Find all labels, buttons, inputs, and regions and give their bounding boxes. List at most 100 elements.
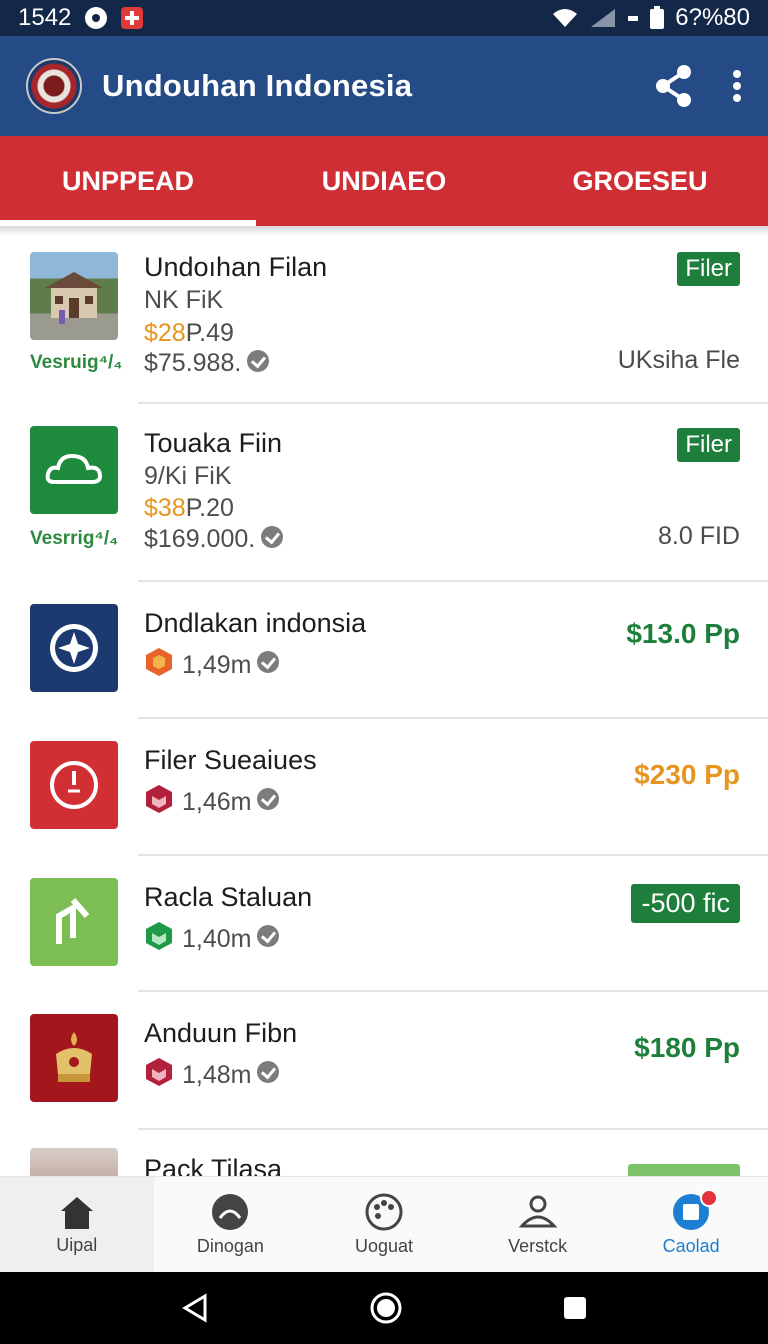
notification-badge bbox=[700, 1189, 719, 1207]
tab-groeseu[interactable]: GROESEU bbox=[512, 136, 768, 226]
item-amount: $169.000. bbox=[144, 525, 256, 553]
home-icon bbox=[60, 1197, 93, 1229]
item-title: Racla Staluan bbox=[144, 882, 313, 912]
green-hex-icon bbox=[146, 922, 172, 950]
list-item[interactable]: Pack Tilasa bbox=[0, 1130, 768, 1176]
verify-label: Vesrrig⁴/₄ bbox=[30, 528, 119, 549]
nav-item-home[interactable]: Uipal bbox=[0, 1177, 154, 1272]
verified-check-icon bbox=[257, 788, 280, 810]
item-price-line: $38P.20 bbox=[144, 494, 234, 523]
partial-badge bbox=[628, 1164, 740, 1176]
item-price-rest: P.20 bbox=[185, 494, 234, 522]
nav-label: Dinogan bbox=[196, 1236, 264, 1256]
item-title: Undoıhan Filan bbox=[144, 252, 328, 282]
minus-icon bbox=[628, 16, 639, 21]
app-logo bbox=[26, 58, 82, 114]
back-icon[interactable] bbox=[179, 1292, 211, 1324]
crown-icon bbox=[56, 1032, 92, 1082]
nav-item-palette[interactable]: Uoguat bbox=[307, 1177, 461, 1272]
item-count: 1,46m bbox=[182, 787, 252, 816]
item-count: 1,49m bbox=[182, 650, 252, 679]
palette-icon bbox=[365, 1193, 403, 1231]
item-amount: $75.988. bbox=[144, 349, 242, 377]
nav-item-profile[interactable]: Verstck bbox=[461, 1177, 615, 1272]
music-note-icon bbox=[56, 898, 90, 944]
item-count: 1,40m bbox=[182, 924, 252, 953]
item-title: Pack Tilasa bbox=[144, 1154, 283, 1176]
house-thumbnail bbox=[30, 252, 118, 340]
nav-label: Uipal bbox=[56, 1235, 98, 1255]
share-icon[interactable] bbox=[654, 64, 694, 108]
nav-label: Verstck bbox=[508, 1236, 568, 1256]
verified-check-icon bbox=[257, 925, 280, 947]
person-icon bbox=[518, 1195, 557, 1228]
item-price-accent: $28 bbox=[144, 319, 186, 347]
tab-undiaeo[interactable]: UNDIAEO bbox=[256, 136, 512, 226]
music-thumbnail bbox=[30, 878, 118, 966]
verified-check-icon bbox=[257, 651, 280, 673]
app-title: Undouhan Indonesia bbox=[102, 68, 413, 103]
verified-check-icon bbox=[257, 1061, 280, 1083]
item-price: $230 Pp bbox=[634, 759, 740, 790]
clock-thumbnail bbox=[30, 741, 118, 829]
item-price: $180 Pp bbox=[634, 1032, 740, 1063]
discount-badge[interactable]: -500 fic bbox=[631, 884, 740, 923]
clock-icon bbox=[50, 761, 98, 809]
item-right-text: UKsiha Fle bbox=[617, 346, 740, 374]
crown-thumbnail bbox=[30, 1014, 118, 1102]
system-nav-bar bbox=[0, 1272, 768, 1344]
nav-label: Uoguat bbox=[354, 1236, 413, 1256]
list-item[interactable]: Vesrrig⁴/₄ Touaka Fiin 9/Ki FiK $38P.20 … bbox=[0, 404, 768, 582]
orange-hex-icon bbox=[146, 648, 172, 676]
item-meta: 1,40m bbox=[144, 922, 280, 954]
verified-check-icon bbox=[261, 526, 284, 549]
battery-icon bbox=[650, 6, 665, 29]
app-bar: Undouhan Indonesia bbox=[0, 36, 768, 136]
item-meta: 1,48m bbox=[144, 1058, 280, 1090]
item-subtitle: 9/Ki FiK bbox=[144, 462, 232, 490]
item-subtitle: NK FiK bbox=[144, 286, 224, 314]
cloud-thumbnail bbox=[30, 426, 118, 514]
tab-unppead[interactable]: UNPPEAD bbox=[0, 136, 256, 226]
status-time: 1542 bbox=[18, 4, 72, 31]
item-count: 1,48m bbox=[182, 1060, 252, 1089]
emblem-thumbnail bbox=[30, 604, 118, 692]
more-vert-icon[interactable] bbox=[732, 69, 742, 103]
list-item[interactable]: Filer Sueaiues 1,46m $230 Pp bbox=[0, 719, 768, 856]
notification-dot-icon bbox=[85, 7, 108, 29]
filer-badge[interactable]: Filer bbox=[677, 252, 740, 286]
red-hex-icon bbox=[146, 785, 172, 813]
item-meta: 1,49m bbox=[144, 648, 280, 680]
nav-label: Caolad bbox=[662, 1236, 720, 1256]
battery-percent: 6?%80 bbox=[675, 4, 750, 31]
recents-icon[interactable] bbox=[561, 1294, 589, 1322]
home-circle-icon[interactable] bbox=[369, 1291, 403, 1325]
cloud-icon bbox=[45, 453, 103, 484]
item-title: Filer Sueaiues bbox=[144, 745, 317, 775]
nav-item-upload[interactable]: Caolad bbox=[614, 1177, 768, 1272]
item-amount-line: $169.000. bbox=[144, 525, 284, 554]
list-item[interactable]: Vesruig⁴/₄ Undoıhan Filan NK FiK $28P.49… bbox=[0, 236, 768, 404]
list-item[interactable]: Racla Staluan 1,40m -500 fic bbox=[0, 856, 768, 992]
list-item[interactable]: Dndlakan indonsia 1,49m $13.0 Pp bbox=[0, 582, 768, 719]
item-price-line: $28P.49 bbox=[144, 319, 234, 348]
compass-star-icon bbox=[50, 624, 98, 672]
item-right-text: 8.0 FID bbox=[658, 522, 740, 550]
tab-bar: UNPPEAD UNDIAEO GROESEU bbox=[0, 136, 768, 226]
medical-cross-icon bbox=[121, 7, 144, 29]
bottom-nav: Uipal Dinogan Uoguat Verstck Caolad bbox=[0, 1176, 768, 1272]
item-amount-line: $75.988. bbox=[144, 349, 270, 378]
item-price: $13.0 Pp bbox=[626, 618, 740, 649]
nav-item-download[interactable]: Dinogan bbox=[154, 1177, 308, 1272]
signal-icon bbox=[591, 9, 616, 27]
list-item[interactable]: Anduun Fibn 1,48m $180 Pp bbox=[0, 992, 768, 1130]
verify-label: Vesruig⁴/₄ bbox=[30, 352, 123, 373]
item-title: Dndlakan indonsia bbox=[144, 608, 367, 638]
partial-thumbnail bbox=[30, 1148, 118, 1176]
filer-badge[interactable]: Filer bbox=[677, 428, 740, 462]
tab-shadow bbox=[0, 226, 768, 236]
item-title: Anduun Fibn bbox=[144, 1018, 298, 1048]
item-price-rest: P.49 bbox=[185, 319, 234, 347]
circle-user-icon bbox=[212, 1194, 249, 1230]
item-title: Touaka Fiin bbox=[144, 428, 283, 458]
